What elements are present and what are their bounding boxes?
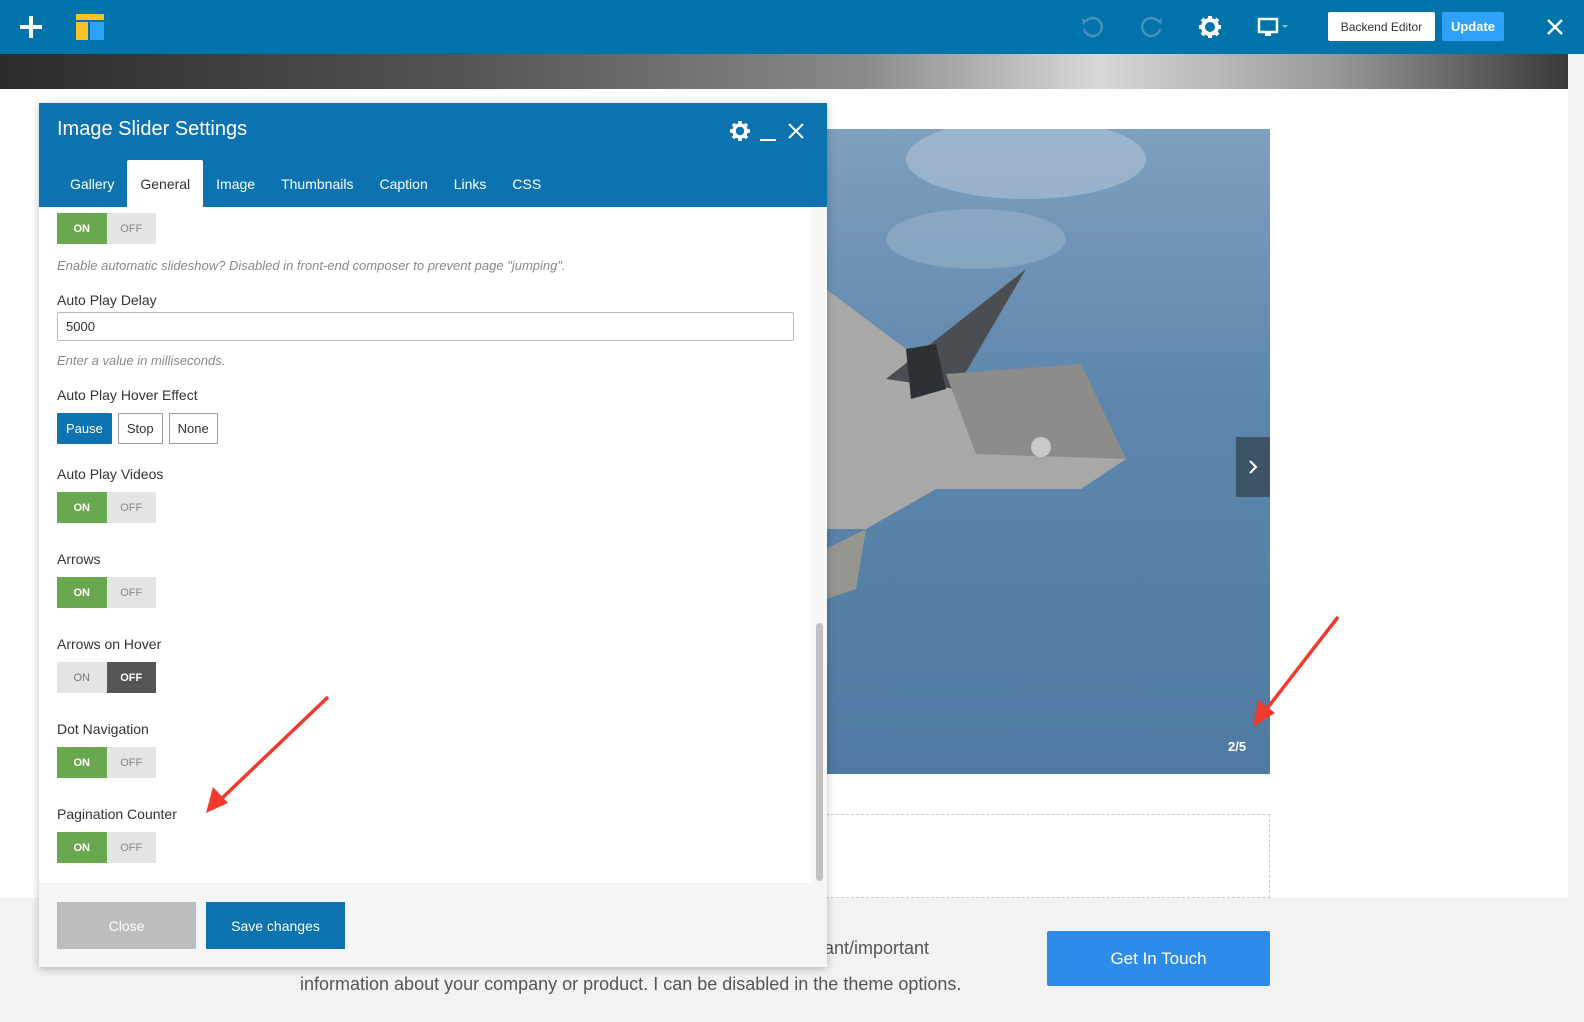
tab-css[interactable]: CSS [499,160,554,207]
arrows-off[interactable]: OFF [106,577,156,608]
backend-editor-button[interactable]: Backend Editor [1328,12,1435,41]
arrows-on-hover-label: Arrows on Hover [57,636,162,652]
tab-general[interactable]: General [127,160,204,207]
auto-play-videos-label: Auto Play Videos [57,466,164,482]
redo-icon[interactable] [1138,13,1166,41]
slide-image [826,129,1146,599]
auto-play-off[interactable]: OFF [106,213,156,244]
panel-header: Image Slider Settings Gallery General Im… [39,103,827,207]
gear-icon[interactable] [1196,13,1224,41]
image-slider-settings-panel: Image Slider Settings Gallery General Im… [39,103,827,967]
arrows-on-hover-off[interactable]: OFF [106,662,156,693]
auto-play-hover-label: Auto Play Hover Effect [57,387,198,403]
arrows-toggle[interactable]: ON OFF [57,577,156,608]
auto-play-delay-help: Enter a value in milliseconds. [57,353,226,368]
get-in-touch-button[interactable]: Get In Touch [1047,931,1270,986]
logo-icon[interactable] [76,14,104,40]
update-button[interactable]: Update [1442,12,1504,41]
chevron-right-icon [1249,460,1258,474]
hover-stop-button[interactable]: Stop [117,413,163,444]
pagination-counter-on[interactable]: ON [57,832,107,863]
panel-gear-icon[interactable] [728,119,752,143]
auto-play-videos-off[interactable]: OFF [106,492,156,523]
panel-body: ON OFF Enable automatic slideshow? Disab… [39,207,827,883]
pagination-counter: 2/5 [1228,739,1247,754]
arrows-on[interactable]: ON [57,577,107,608]
auto-play-delay-input[interactable]: 5000 [57,312,794,341]
dot-navigation-off[interactable]: OFF [106,747,156,778]
auto-play-delay-label: Auto Play Delay [57,292,157,308]
panel-tabs: Gallery General Image Thumbnails Caption… [57,160,554,207]
tab-image[interactable]: Image [203,160,268,207]
hover-none-button[interactable]: None [168,413,218,444]
arrows-on-hover-on[interactable]: ON [57,662,107,693]
pagination-counter-label: Pagination Counter [57,806,177,822]
tab-links[interactable]: Links [441,160,500,207]
panel-footer: Close Save changes [39,883,827,967]
empty-content-area [826,814,1270,898]
monitor-icon[interactable] [1256,13,1292,41]
dot-navigation-on[interactable]: ON [57,747,107,778]
auto-play-on[interactable]: ON [57,213,107,244]
auto-play-help: Enable automatic slideshow? Disabled in … [57,258,566,273]
panel-scrollbar-thumb[interactable] [816,623,823,881]
minimize-icon[interactable] [756,119,780,143]
auto-play-videos-toggle[interactable]: ON OFF [57,492,156,523]
pagination-counter-toggle[interactable]: ON OFF [57,832,156,863]
close-icon[interactable] [1542,14,1568,40]
pagination-counter-off[interactable]: OFF [106,832,156,863]
image-slider: 2/5 [826,129,1270,774]
top-toolbar: Backend Editor Update [0,0,1584,54]
plus-icon[interactable] [16,12,46,42]
tab-thumbnails[interactable]: Thumbnails [268,160,366,207]
dot-navigation-label: Dot Navigation [57,721,149,737]
save-changes-button[interactable]: Save changes [206,902,345,949]
slider-next-button[interactable] [1236,437,1270,497]
cta-text-line-2: information about your company or produc… [300,974,962,994]
auto-play-toggle[interactable]: ON OFF [57,213,156,244]
arrows-on-hover-toggle[interactable]: ON OFF [57,662,156,693]
tab-gallery[interactable]: Gallery [57,160,127,207]
tab-caption[interactable]: Caption [366,160,440,207]
dot-navigation-toggle[interactable]: ON OFF [57,747,156,778]
panel-title: Image Slider Settings [57,118,248,140]
page-scrollbar[interactable] [1568,54,1584,1022]
close-button[interactable]: Close [57,902,196,949]
arrows-label: Arrows [57,551,101,567]
auto-play-hover-options: Pause Stop None [57,413,218,444]
hover-pause-button[interactable]: Pause [57,413,112,444]
undo-icon[interactable] [1078,13,1106,41]
auto-play-videos-on[interactable]: ON [57,492,107,523]
panel-close-icon[interactable] [784,119,808,143]
hero-image [0,54,1568,89]
